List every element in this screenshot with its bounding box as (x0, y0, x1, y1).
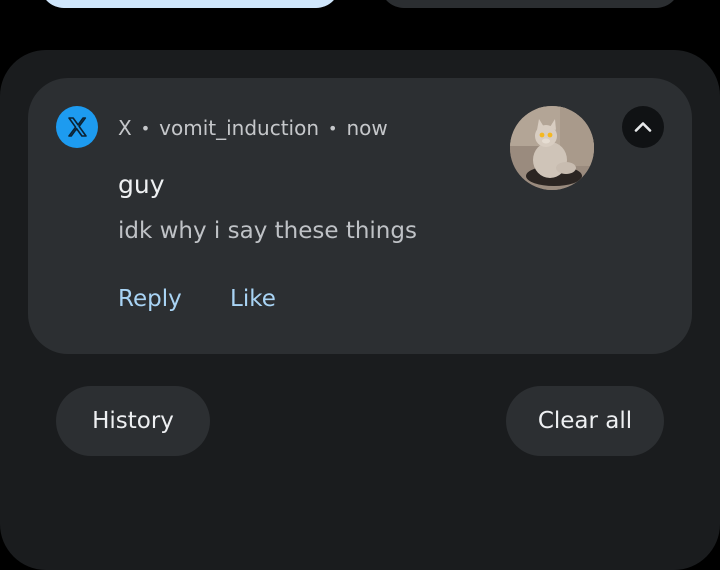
x-logo-icon (56, 106, 98, 148)
collapse-button[interactable] (622, 106, 664, 148)
chevron-up-icon (634, 122, 652, 132)
quick-settings-tile-left[interactable] (40, 0, 340, 8)
quick-settings-tile-right[interactable] (380, 0, 680, 8)
app-name: X (118, 116, 132, 140)
notification-card[interactable]: X • vomit_induction • now guy idk why i … (28, 78, 692, 354)
notification-title: guy (118, 170, 165, 199)
reply-button[interactable]: Reply (118, 286, 182, 312)
notification-header: X • vomit_induction • now (118, 114, 388, 142)
like-button[interactable]: Like (230, 286, 276, 312)
clear-all-button[interactable]: Clear all (506, 386, 664, 456)
notification-message: idk why i say these things (118, 218, 417, 244)
account-name: vomit_induction (159, 116, 320, 140)
separator-dot: • (328, 118, 338, 138)
timestamp: now (346, 116, 388, 140)
avatar (510, 106, 594, 190)
history-button[interactable]: History (56, 386, 210, 456)
cat-photo-image (510, 106, 594, 190)
separator-dot: • (140, 118, 151, 138)
